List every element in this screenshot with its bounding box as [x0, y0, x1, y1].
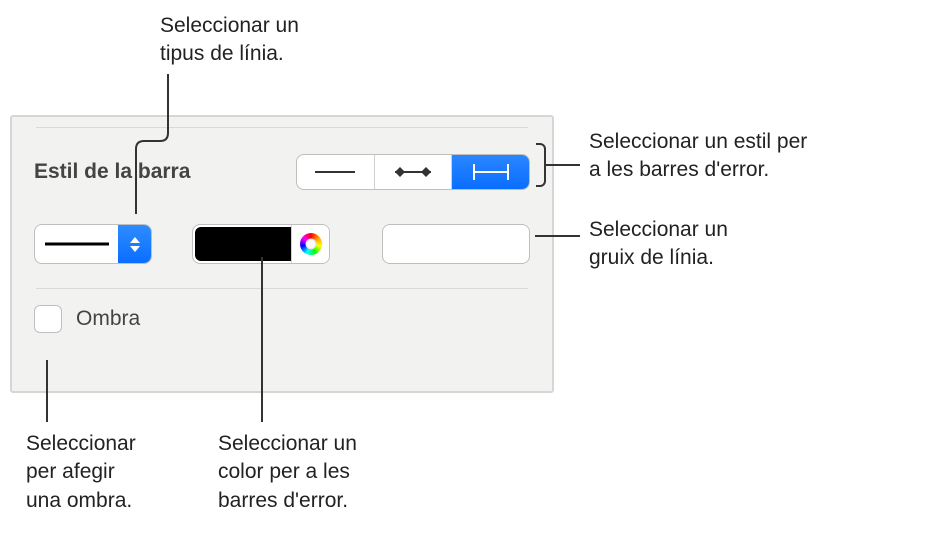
bar-style-panel: Estil de la barra: [10, 115, 554, 393]
color-wheel-icon: [300, 233, 322, 255]
bracket-bar-style: [536, 143, 546, 187]
section-title: Estil de la barra: [34, 160, 190, 184]
row-bar-style: Estil de la barra: [34, 128, 530, 208]
bar-style-segmented[interactable]: [296, 154, 530, 190]
bar-style-option-diamond[interactable]: [375, 155, 453, 189]
bar-style-option-plain[interactable]: [297, 155, 375, 189]
line-type-preview: [35, 241, 118, 247]
line-type-dropdown[interactable]: [34, 224, 152, 264]
callout-bar-style: Seleccionar un estil per a les barres d'…: [589, 128, 807, 185]
row-line-controls: [34, 208, 530, 288]
chevron-down-icon: [130, 246, 140, 252]
bar-style-option-cap[interactable]: [452, 155, 529, 189]
bar-color-picker[interactable]: [192, 224, 330, 264]
color-swatch[interactable]: [195, 227, 291, 261]
callout-shadow: Seleccionar per afegir una ombra.: [26, 430, 136, 515]
line-weight-stepper[interactable]: [382, 224, 530, 264]
callout-line-weight: Seleccionar un gruix de línia.: [589, 216, 728, 273]
row-shadow: Ombra: [34, 289, 530, 333]
shadow-label: Ombra: [76, 307, 140, 331]
callout-bar-color: Seleccionar un color per a les barres d'…: [218, 430, 357, 515]
line-weight-input[interactable]: [383, 225, 530, 263]
color-wheel-button[interactable]: [291, 225, 329, 263]
shadow-checkbox[interactable]: [34, 305, 62, 333]
line-type-stepper[interactable]: [118, 225, 151, 263]
chevron-up-icon: [130, 237, 140, 243]
callout-line-type: Seleccionar un tipus de línia.: [160, 12, 299, 69]
